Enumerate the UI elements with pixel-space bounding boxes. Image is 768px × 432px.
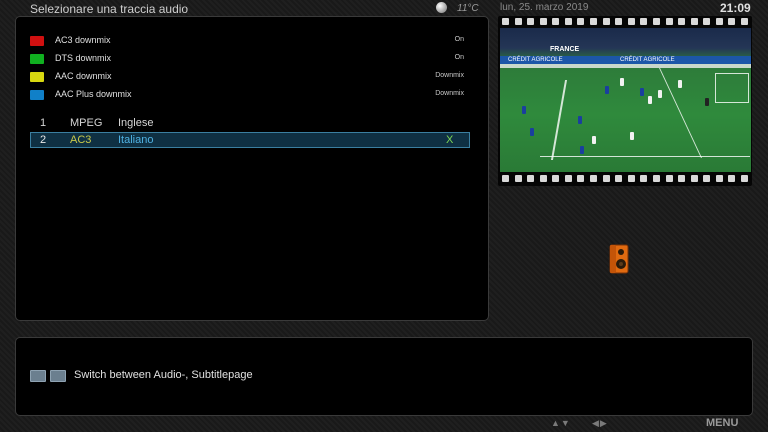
player (522, 106, 526, 114)
track-number: 2 (40, 134, 47, 146)
weather-moon-icon (436, 2, 447, 13)
player (658, 90, 662, 98)
blue-option-label: AAC Plus downmix (55, 89, 132, 99)
track-codec: MPEG (70, 117, 103, 129)
player (678, 80, 682, 88)
green-key-icon (30, 54, 44, 64)
yellow-option-value: Downmix (435, 72, 464, 79)
red-option-label: AC3 downmix (55, 35, 111, 45)
right-key-icon (50, 370, 66, 382)
yellow-option-row[interactable]: AAC downmix Downmix (30, 71, 464, 85)
pitch-line (550, 80, 568, 160)
live-tv-preview: FRANCE CRÉDIT AGRICOLE CRÉDIT AGRICOLE (500, 28, 751, 172)
audio-track-row-selected[interactable]: 2 AC3 Italiano X (30, 132, 470, 148)
player (578, 116, 582, 124)
red-option-row[interactable]: AC3 downmix On (30, 35, 464, 49)
blue-option-value: Downmix (435, 90, 464, 97)
track-language: Inglese (118, 117, 154, 129)
track-language: Italiano (118, 134, 154, 146)
screen-title: Selezionare una traccia audio (30, 2, 189, 16)
yellow-option-label: AAC downmix (55, 71, 112, 81)
left-key-icon (30, 370, 46, 382)
sponsor-text-2: CRÉDIT AGRICOLE (620, 57, 675, 63)
track-active-mark: X (446, 134, 454, 146)
clock: 21:09 (720, 1, 751, 15)
menu-button[interactable]: MENU (706, 417, 738, 429)
film-sprockets-top (502, 18, 748, 26)
leftright-arrows-icon: ◀▶ (592, 418, 608, 428)
track-codec: AC3 (70, 134, 92, 146)
current-date: lun, 25. marzo 2019 (500, 2, 589, 13)
yellow-key-icon (30, 72, 44, 82)
red-option-value: On (454, 36, 464, 43)
red-key-icon (30, 36, 44, 46)
track-number: 1 (40, 117, 47, 129)
board-text: FRANCE (550, 46, 580, 53)
player (605, 86, 609, 94)
goal-area (715, 73, 749, 103)
player (640, 88, 644, 96)
player (648, 96, 652, 104)
stadium-advertising-band (500, 64, 751, 68)
film-sprockets-bottom (502, 175, 748, 183)
hint-text: Switch between Audio-, Subtitlepage (74, 369, 253, 381)
sponsor-text: CRÉDIT AGRICOLE (508, 57, 563, 63)
player (620, 78, 624, 86)
speaker-icon (609, 244, 629, 274)
blue-key-icon (30, 90, 44, 100)
player (630, 132, 634, 140)
player (530, 128, 534, 136)
blue-option-row[interactable]: AAC Plus downmix Downmix (30, 89, 464, 103)
player (705, 98, 709, 106)
green-option-value: On (454, 54, 464, 61)
green-option-row[interactable]: DTS downmix On (30, 53, 464, 67)
player (580, 146, 584, 154)
green-option-label: DTS downmix (55, 53, 112, 63)
updown-arrows-icon: ▲▼ (551, 418, 571, 428)
audio-track-row[interactable]: 1 MPEG Inglese (30, 116, 470, 132)
player (592, 136, 596, 144)
temperature: 11°C (457, 3, 479, 14)
pitch-line (540, 156, 750, 157)
